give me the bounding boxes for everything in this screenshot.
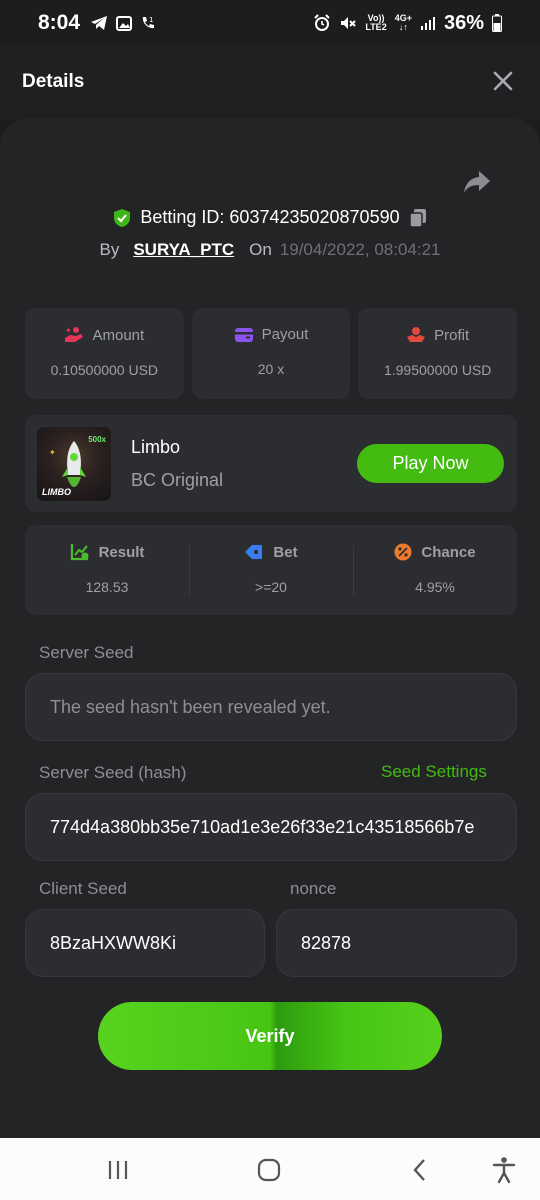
mute-icon <box>341 17 357 29</box>
svg-text:✦: ✦ <box>65 326 72 335</box>
verify-button[interactable]: Verify <box>98 1002 442 1070</box>
server-seed-label: Server Seed <box>39 643 134 662</box>
chance-label: Chance <box>421 543 476 561</box>
payout-card: Payout 20 x <box>191 308 351 399</box>
bet-column: Bet >=20 <box>189 525 353 615</box>
server-seed-field[interactable]: The seed hasn't been revealed yet. <box>25 673 517 741</box>
profit-label: Profit <box>434 326 470 344</box>
thumb-multiplier: 500x <box>88 435 106 444</box>
details-header: Details <box>0 46 540 120</box>
server-seed-hash-label: Server Seed (hash) <box>39 763 187 782</box>
game-card: ✦ 500x LIMBO Limbo BC Original Play Now <box>25 415 517 512</box>
telegram-icon <box>91 16 108 30</box>
page-title: Details <box>22 71 85 92</box>
betting-id: Betting ID: 60374235020870590 <box>140 207 400 227</box>
thumb-logo-text: LIMBO <box>42 487 71 497</box>
payout-label: Payout <box>261 326 309 343</box>
bet-label: Bet <box>273 543 298 561</box>
tag-icon <box>245 545 263 559</box>
home-icon[interactable] <box>255 1156 283 1184</box>
result-label: Result <box>98 543 145 561</box>
amount-label: Amount <box>92 326 145 344</box>
data-arrows-icon: ↓↑ <box>398 22 408 32</box>
percent-icon <box>394 543 412 561</box>
copy-icon[interactable] <box>408 208 427 228</box>
bet-owner-row: By SURYA_PTC On 19/04/2022, 08:04:21 <box>0 240 540 260</box>
result-column: Result 128.53 <box>25 525 189 615</box>
signal-icon <box>420 17 435 30</box>
svg-text:✦: ✦ <box>49 448 56 457</box>
username-link[interactable]: SURYA_PTC <box>133 240 234 260</box>
result-card: Result 128.53 Bet >=20 Chance 4.95% <box>25 525 517 615</box>
game-thumbnail[interactable]: ✦ 500x LIMBO <box>37 427 111 501</box>
svg-text:1: 1 <box>149 16 153 24</box>
chance-column: Chance 4.95% <box>353 525 517 615</box>
profit-card: Profit 1.99500000 USD <box>358 308 518 399</box>
bet-datetime: 19/04/2022, 08:04:21 <box>279 240 441 259</box>
details-panel <box>0 118 540 1138</box>
share-icon[interactable] <box>462 168 492 196</box>
server-seed-hash-field[interactable]: 774d4a380bb35e710ad1e3e26f33e21c43518566… <box>25 793 517 861</box>
recent-apps-icon[interactable] <box>104 1156 132 1184</box>
nonce-field[interactable]: 82878 <box>276 909 517 977</box>
bet-stats: ✦ Amount 0.10500000 USD Payout 20 x Prof… <box>25 308 518 399</box>
on-label: On <box>249 240 272 259</box>
result-value: 128.53 <box>85 579 129 595</box>
status-bar: 8:04 1 Vo)) LTE2 4G+ ↓↑ 36% <box>0 0 540 46</box>
hand-profit-icon <box>407 327 426 342</box>
client-seed-label: Client Seed <box>39 879 127 898</box>
seed-settings-link[interactable]: Seed Settings <box>381 762 487 782</box>
nonce-label: nonce <box>290 879 337 898</box>
image-icon <box>116 15 133 31</box>
alarm-icon <box>314 14 331 31</box>
lte2-label: LTE2 <box>365 22 387 32</box>
accessibility-icon[interactable] <box>490 1156 518 1184</box>
payout-value: 20 x <box>257 361 285 377</box>
chart-check-icon <box>70 544 89 561</box>
shield-check-icon <box>114 208 131 227</box>
game-name: Limbo <box>131 437 181 457</box>
chance-value: 4.95% <box>415 579 455 595</box>
call-forward-icon: 1 <box>142 16 155 29</box>
bet-value: >=20 <box>255 579 287 595</box>
profit-value: 1.99500000 USD <box>383 362 492 378</box>
back-icon[interactable] <box>406 1156 434 1184</box>
hand-coins-icon: ✦ <box>65 326 84 342</box>
battery-icon <box>492 14 502 32</box>
close-icon[interactable] <box>492 70 514 92</box>
system-nav-bar <box>0 1138 540 1200</box>
battery-percent: 36% <box>443 11 484 34</box>
play-now-button[interactable]: Play Now <box>357 444 504 483</box>
amount-card: ✦ Amount 0.10500000 USD <box>25 308 184 399</box>
status-time: 8:04 <box>38 11 81 34</box>
client-seed-field[interactable]: 8BzaHXWW8Ki <box>25 909 265 977</box>
betting-id-row: Betting ID: 60374235020870590 <box>0 207 540 228</box>
wallet-icon <box>234 327 253 342</box>
amount-value: 0.10500000 USD <box>50 362 159 378</box>
by-label: By <box>99 240 120 259</box>
game-provider: BC Original <box>131 470 224 490</box>
